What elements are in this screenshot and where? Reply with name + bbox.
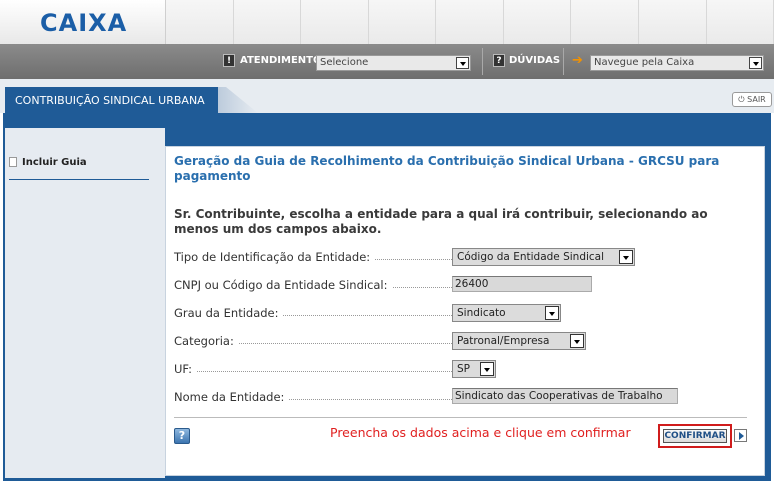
logout-button[interactable]: ⏻ SAIR xyxy=(732,92,772,107)
instructions: Sr. Contribuinte, escolha a entidade par… xyxy=(174,207,708,236)
divider xyxy=(174,417,747,418)
play-arrow-icon[interactable] xyxy=(734,429,747,442)
field-label: Tipo de Identificação da Entidade: xyxy=(174,250,375,264)
page-icon xyxy=(9,157,17,167)
field-label: Categoria: xyxy=(174,334,238,348)
confirm-button[interactable]: CONFIRMAR xyxy=(663,429,727,443)
atendimento-select[interactable]: Selecione xyxy=(316,55,471,71)
tipo-identificacao-select[interactable]: Código da Entidade Sindical xyxy=(452,248,635,266)
header-decoration xyxy=(166,0,774,44)
sidebar-item-incluir-guia[interactable]: Incluir Guia xyxy=(9,157,149,180)
arrow-right-icon: ➔ xyxy=(572,53,583,68)
divider xyxy=(482,48,483,75)
duvidas-label[interactable]: DÚVIDAS xyxy=(509,55,560,66)
page-title: Geração da Guia de Recolhimento da Contr… xyxy=(174,154,720,183)
question-icon: ? xyxy=(493,54,505,67)
chevron-down-icon[interactable] xyxy=(480,362,494,376)
atendimento-label: ATENDIMENTO xyxy=(240,55,322,66)
chevron-down-icon[interactable] xyxy=(570,334,584,348)
sidebar-item-label[interactable]: Incluir Guia xyxy=(22,157,87,168)
logo-container[interactable]: CAIXA xyxy=(0,0,166,44)
chevron-down-icon[interactable] xyxy=(619,250,633,264)
chevron-down-icon[interactable] xyxy=(456,57,469,69)
nome-entidade-input[interactable]: Sindicato das Cooperativas de Trabalho xyxy=(452,388,678,404)
field-row-uf: UF: SP xyxy=(174,360,744,378)
instruction-annotation: Preencha os dados acima e clique em conf… xyxy=(330,425,631,440)
tab-contribuicao[interactable]: CONTRIBUIÇÃO SINDICAL URBANA xyxy=(5,87,218,113)
tab-row: CONTRIBUIÇÃO SINDICAL URBANA xyxy=(0,79,774,113)
grau-entidade-select[interactable]: Sindicato xyxy=(452,304,561,322)
power-icon: ⏻ xyxy=(738,95,745,104)
field-label: Nome da Entidade: xyxy=(174,390,289,404)
cnpj-codigo-input[interactable]: 26400 xyxy=(452,276,592,292)
field-row-nome: Nome da Entidade: Sindicato das Cooperat… xyxy=(174,388,744,406)
field-row-grau: Grau da Entidade: Sindicato xyxy=(174,304,744,322)
field-label: Grau da Entidade: xyxy=(174,306,283,320)
field-label: CNPJ ou Código da Entidade Sindical: xyxy=(174,278,392,292)
chevron-down-icon[interactable] xyxy=(749,57,762,69)
chevron-down-icon[interactable] xyxy=(545,306,559,320)
categoria-select[interactable]: Patronal/Empresa xyxy=(452,332,586,350)
divider xyxy=(563,48,564,75)
form-panel: Geração da Guia de Recolhimento da Contr… xyxy=(165,146,765,476)
site-header: CAIXA xyxy=(0,0,774,44)
uf-select[interactable]: SP xyxy=(452,360,496,378)
attention-icon: ! xyxy=(223,54,235,67)
navegue-select[interactable]: Navegue pela Caixa xyxy=(590,55,764,71)
field-row-tipo: Tipo de Identificação da Entidade: Códig… xyxy=(174,248,744,266)
field-label: UF: xyxy=(174,362,197,376)
top-nav: ! ATENDIMENTO Selecione ? DÚVIDAS ➔ Nave… xyxy=(0,44,774,79)
sidebar xyxy=(5,128,165,478)
caixa-logo[interactable]: CAIXA xyxy=(40,9,127,37)
tab-decoration xyxy=(218,87,258,113)
help-icon[interactable]: ? xyxy=(174,428,190,444)
field-row-cnpj: CNPJ ou Código da Entidade Sindical: 264… xyxy=(174,276,744,294)
confirm-highlight: CONFIRMAR xyxy=(658,424,732,448)
field-row-categoria: Categoria: Patronal/Empresa xyxy=(174,332,744,350)
